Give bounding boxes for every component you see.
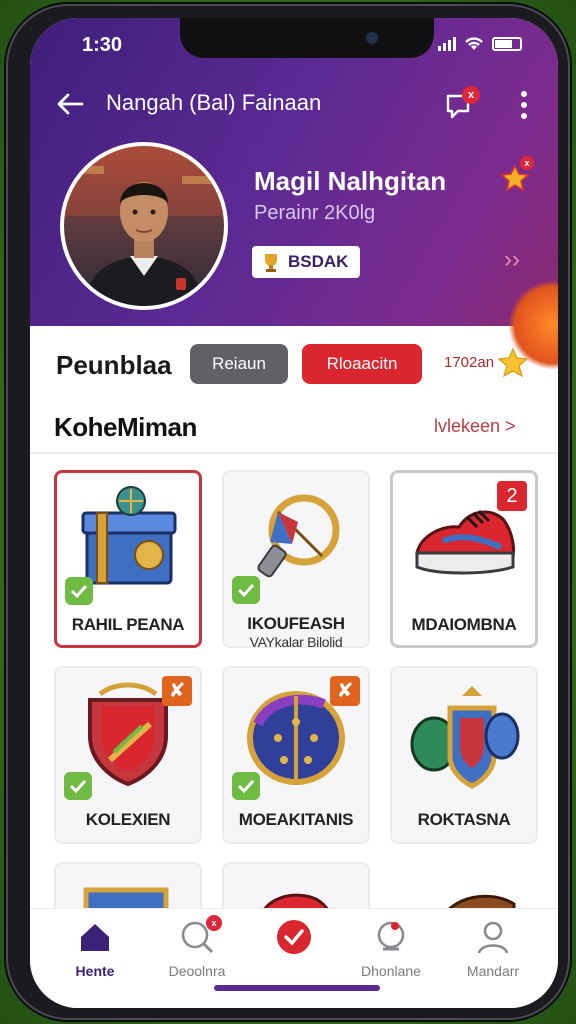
status-icons (438, 36, 522, 52)
nav-label: Hente (75, 963, 115, 979)
card-label: RAHIL PEANA (71, 615, 185, 634)
checked-icon (232, 772, 260, 800)
app-screen: 1:30 Nangah (Bal) Fainaan x Magil Nalhgi… (30, 18, 558, 1008)
camera-icon (366, 32, 378, 44)
card-label: IKOUFEASH (247, 614, 345, 633)
favorite-star[interactable]: x (500, 156, 534, 194)
player-portrait-icon (64, 146, 224, 306)
nav-label: Mandarr (466, 963, 520, 979)
wifi-icon (465, 37, 483, 50)
card-label: MDAIOMBNA (411, 615, 517, 634)
filter-red-button[interactable]: Rloaacitn (302, 344, 422, 384)
profile-subtitle: Perainr 2K0lg (254, 202, 376, 224)
home-icon (81, 924, 109, 951)
profile-icon (477, 921, 509, 954)
top-bar: Nangah (Bal) Fainaan x (30, 84, 558, 124)
trophy-icon (265, 254, 277, 272)
collection-card[interactable]: ✘ KOLEXIEN (54, 666, 202, 844)
rank-badge[interactable]: BSDAK (252, 246, 361, 278)
card-label: ROKTASNA (417, 810, 511, 829)
avatar[interactable] (60, 142, 228, 310)
filter-row: Peunblaa Reiaun Rloaacitn 1702an (30, 336, 558, 392)
star-badge: x (520, 156, 534, 170)
home-indicator (214, 985, 380, 991)
filter-grey-button[interactable]: Reiaun (190, 344, 288, 384)
nav-label: Dhonlane (361, 963, 421, 979)
collection-card[interactable]: RAHIL PEANA (54, 470, 202, 648)
battery-icon (492, 37, 522, 51)
card-label: MOEAKITANIS (238, 810, 354, 829)
notification-icon (377, 921, 405, 951)
score-star-icon (497, 347, 529, 378)
collection-title: KoheMiman (54, 412, 197, 442)
page-title: Nangah (Bal) Fainaan (106, 90, 322, 115)
nav-check[interactable] (249, 919, 339, 989)
see-all-link[interactable]: lvlekeen > (434, 416, 516, 437)
nav-profile[interactable]: Mandarr (448, 919, 538, 989)
chevron-right-icon[interactable]: ›› (504, 246, 520, 274)
nav-label: Deoolnra (168, 963, 226, 979)
check-circle-icon (277, 920, 311, 954)
profile-name: Magil Nalhgitan (254, 166, 447, 196)
chat-button[interactable]: x (444, 86, 480, 122)
collection-header: KoheMiman lvlekeen > (30, 404, 558, 452)
phone-frame: 1:30 Nangah (Bal) Fainaan x Magil Nalhgi… (6, 4, 570, 1020)
checked-icon (232, 576, 260, 604)
nav-home[interactable]: Hente (50, 919, 140, 989)
collection-card[interactable]: IKOUFEASH VAYkalar Bilolid (222, 470, 370, 650)
collection-card[interactable]: 2 MDAIOMBNA (390, 470, 538, 648)
more-options-icon[interactable] (512, 88, 536, 122)
card-label: KOLEXIEN (85, 810, 171, 829)
nav-search[interactable]: x Deoolnra (152, 915, 242, 989)
collection-card[interactable]: ROKTASNA (390, 666, 538, 844)
score-value: 1702an (444, 354, 495, 371)
nav-notifications[interactable]: Dhonlane (346, 919, 436, 989)
divider (30, 452, 558, 454)
filter-label: Peunblaa (56, 350, 172, 380)
signal-icon (438, 37, 456, 51)
back-arrow-icon[interactable] (54, 88, 86, 120)
card-sublabel: VAYkalar Bilolid (249, 634, 343, 650)
collection-card[interactable]: ✘ MOEAKITANIS (222, 666, 370, 844)
card-badge: ✘ (162, 676, 192, 706)
armor-gauntlet-icon (410, 686, 520, 789)
card-count-badge: 2 (497, 481, 527, 511)
checked-icon (65, 577, 93, 605)
chat-badge: x (462, 86, 480, 104)
card-badge: ✘ (330, 676, 360, 706)
checked-icon (64, 772, 92, 800)
bottom-nav: Hente x Deoolnra Dhonlane Mandarr (30, 908, 558, 1008)
nav-search-badge: x (206, 915, 222, 931)
phone-notch (180, 18, 434, 58)
status-time: 1:30 (82, 34, 123, 56)
rank-badge-label: BSDAK (288, 252, 349, 271)
